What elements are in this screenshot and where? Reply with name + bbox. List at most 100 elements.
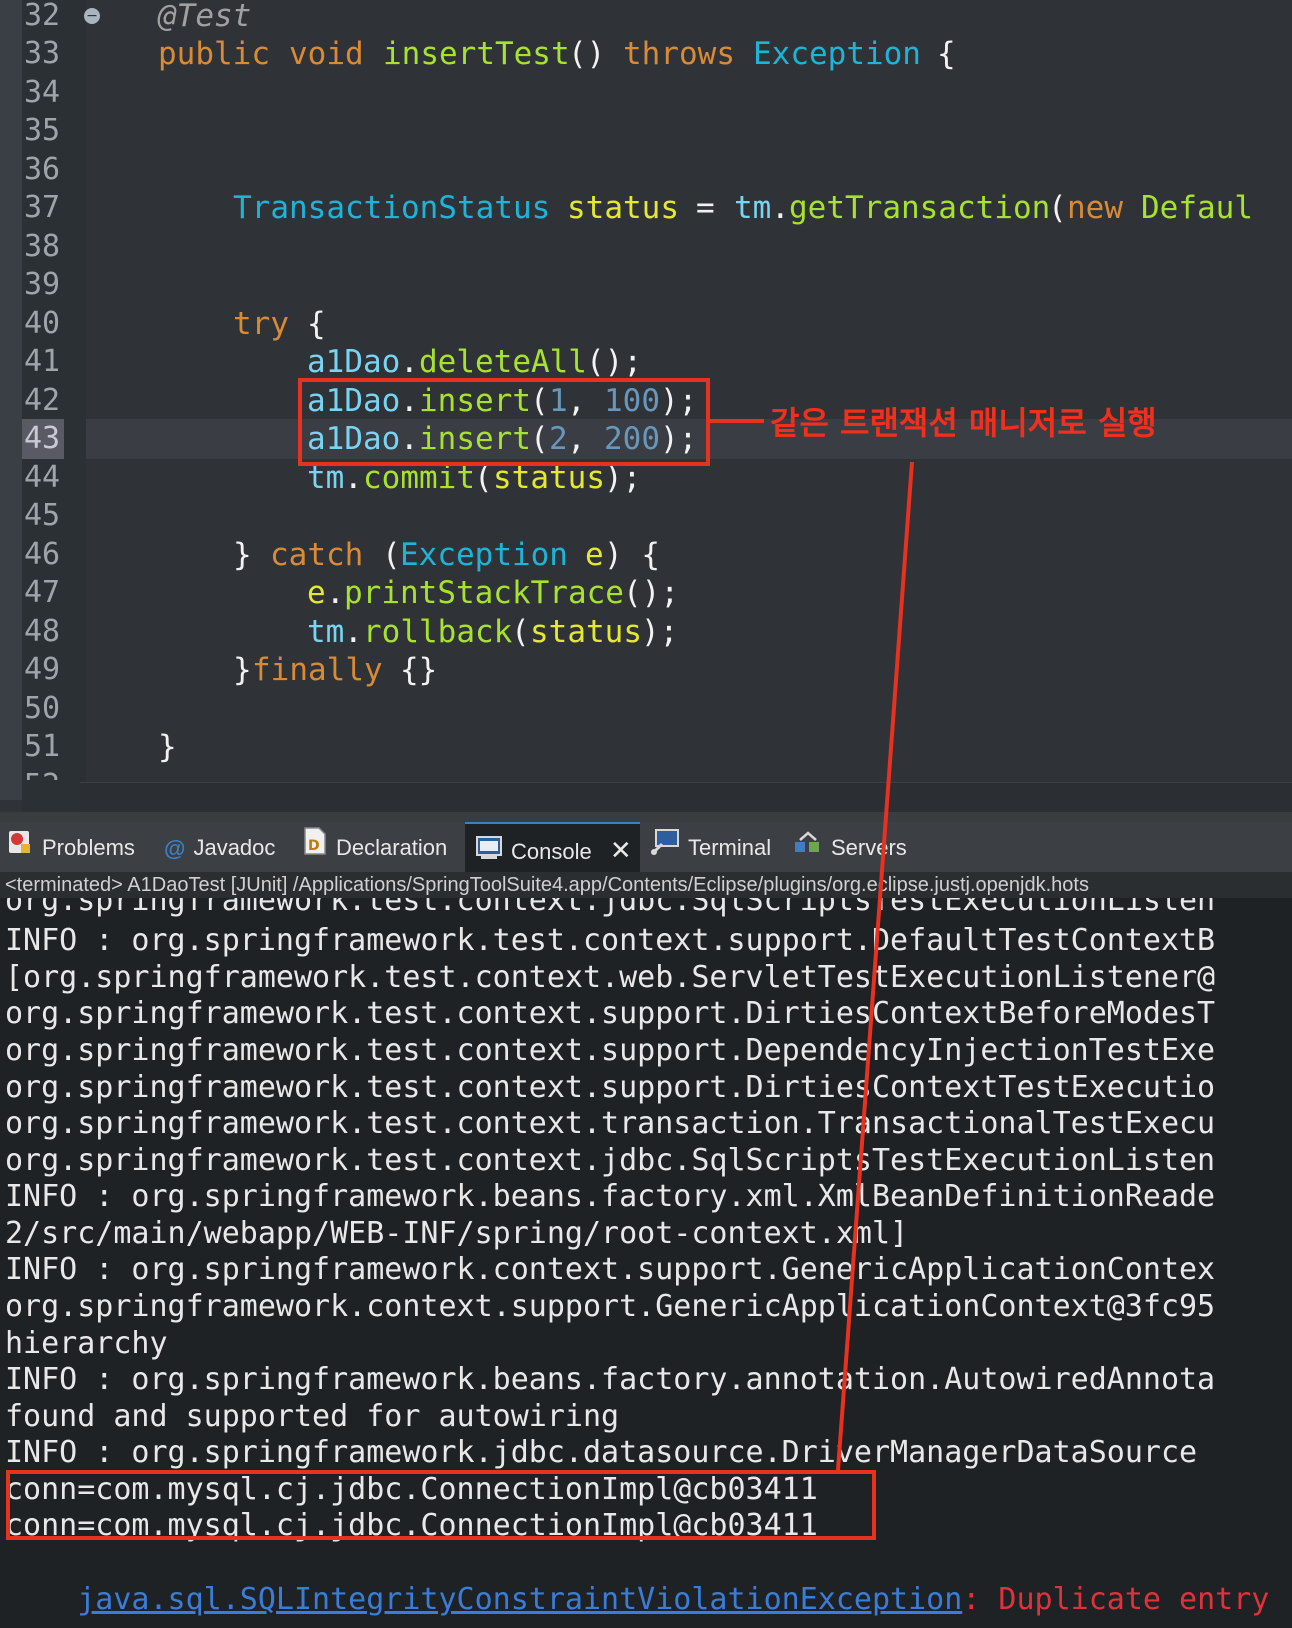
method-call-token: rollback	[363, 614, 513, 650]
console-line: INFO : org.springframework.jdbc.datasour…	[5, 1435, 1198, 1470]
console-line: org.springframework.test.context.transac…	[5, 1106, 1216, 1141]
svg-text:D: D	[308, 838, 320, 854]
method-call-token: deleteAll	[419, 344, 587, 380]
punctuation-token: (	[382, 537, 401, 573]
console-line: INFO : org.springframework.beans.factory…	[5, 1362, 1216, 1397]
console-line: org.springframework.test.context.support…	[5, 1070, 1216, 1105]
console-error-line[interactable]: java.sql.SQLIntegrityConstraintViolation…	[5, 1544, 1269, 1617]
console-line: INFO : org.springframework.beans.factory…	[5, 1179, 1216, 1214]
punctuation-token: .	[344, 614, 363, 650]
highlight-box-connections	[6, 1470, 876, 1540]
line-number: 52	[24, 766, 60, 780]
editor-horizontal-scrollbar[interactable]	[80, 782, 1292, 812]
tab-label: Servers	[831, 835, 907, 860]
variable-token: status	[530, 614, 642, 650]
punctuation-token: ();	[623, 575, 679, 611]
problems-icon	[6, 823, 34, 875]
punctuation-token: {	[937, 36, 956, 72]
code-line-47[interactable]: e . printStackTrace ();	[86, 573, 1292, 613]
line-number: 40	[24, 306, 61, 341]
punctuation-token: {	[307, 306, 326, 342]
line-number: 34	[24, 75, 61, 110]
punctuation-token: ) {	[604, 537, 660, 573]
line-number: 50	[24, 691, 61, 726]
punctuation-token: }	[158, 729, 177, 765]
variable-token: e	[585, 537, 604, 573]
console-line: hierarchy	[5, 1326, 168, 1361]
line-number: 37	[24, 190, 61, 225]
annotation-token: @Test	[158, 0, 252, 34]
code-line-37[interactable]: TransactionStatus status = tm . getTrans…	[86, 188, 1292, 228]
code-line-48[interactable]: tm . rollback ( status );	[86, 612, 1292, 652]
variable-token: e	[307, 575, 326, 611]
tab-label: Console	[511, 839, 592, 864]
type-token: Exception	[753, 36, 921, 72]
tab-label: Javadoc	[193, 835, 276, 860]
panel-sash[interactable]	[0, 812, 1292, 822]
keyword-token: public	[158, 36, 270, 72]
tab-servers[interactable]: Servers	[793, 822, 923, 872]
tab-label: Problems	[42, 835, 135, 860]
keyword-token: try	[233, 306, 289, 342]
terminal-icon	[650, 823, 680, 875]
punctuation-token: .	[326, 575, 345, 611]
tab-declaration[interactable]: D Declaration	[302, 822, 462, 872]
line-number: 39	[24, 267, 61, 302]
line-number: 49	[24, 652, 61, 687]
console-line: org.springframework.test.context.support…	[5, 1033, 1216, 1068]
console-line: INFO : org.springframework.test.context.…	[5, 923, 1216, 958]
javadoc-icon: @	[164, 836, 186, 862]
console-line: org.springframework.context.support.Gene…	[5, 1289, 1216, 1324]
console-line: org.springframework.test.context.support…	[5, 996, 1216, 1031]
punctuation-token: );	[641, 614, 679, 650]
line-number: 51	[24, 729, 61, 764]
code-line-41[interactable]: a1Dao . deleteAll ();	[86, 342, 1292, 382]
line-number: 44	[24, 460, 61, 495]
line-number: 48	[24, 614, 61, 649]
method-name-token: insertTest	[383, 36, 570, 72]
tab-label: Terminal	[688, 835, 772, 860]
code-line-51[interactable]: }	[86, 727, 1292, 767]
line-number: 35	[24, 113, 61, 148]
line-number: 33	[24, 36, 61, 71]
exception-link[interactable]: java.sql.SQLIntegrityConstraintViolation…	[77, 1582, 962, 1617]
punctuation-token: (	[511, 614, 530, 650]
tab-console[interactable]: Console ✕	[465, 822, 640, 872]
type-token: Defaul	[1141, 190, 1253, 226]
line-number: 47	[24, 575, 61, 610]
code-line-32[interactable]: @Test	[86, 0, 1292, 36]
line-number: 42	[24, 383, 61, 418]
error-separator: :	[962, 1582, 999, 1617]
close-icon[interactable]: ✕	[610, 835, 632, 865]
field-token: tm	[734, 190, 772, 226]
variable-token: status	[567, 190, 679, 226]
field-token: a1Dao	[307, 344, 401, 380]
line-number-current: 43	[22, 419, 65, 459]
console-line: org.springframework.test.context.jdbc.Sq…	[5, 1143, 1216, 1178]
keyword-token: void	[289, 36, 364, 72]
console-line: org.springframework.test.context.jdbc.Sq…	[5, 898, 1216, 918]
code-line-33[interactable]: public void insertTest () throws Excepti…	[86, 34, 1292, 74]
servers-icon	[793, 823, 823, 875]
line-number: 36	[24, 152, 61, 187]
console-process-status: <terminated> A1DaoTest [JUnit] /Applicat…	[0, 872, 1292, 898]
code-line-49[interactable]: } finally {}	[86, 650, 1292, 690]
tab-label: Declaration	[336, 835, 448, 860]
view-tab-bar: Problems @ Javadoc D Declaration Console …	[0, 822, 1292, 872]
declaration-icon: D	[302, 823, 328, 875]
keyword-token: new	[1067, 190, 1123, 226]
keyword-token: throws	[623, 36, 735, 72]
error-message: Duplicate entry	[998, 1582, 1270, 1617]
operator-token: =	[696, 190, 715, 226]
punctuation-token: ();	[586, 344, 642, 380]
console-line: [org.springframework.test.context.web.Se…	[5, 960, 1216, 995]
keyword-token: finally	[252, 652, 383, 688]
code-line-40[interactable]: try {	[86, 304, 1292, 344]
tab-javadoc[interactable]: @ Javadoc	[164, 822, 294, 872]
tab-problems[interactable]: Problems	[6, 822, 154, 872]
code-line-46[interactable]: } catch ( Exception e ) {	[86, 535, 1292, 575]
line-number: 41	[24, 344, 61, 379]
line-number: 38	[24, 229, 61, 264]
line-number: 45	[24, 498, 61, 533]
tab-terminal[interactable]: Terminal	[650, 822, 785, 872]
